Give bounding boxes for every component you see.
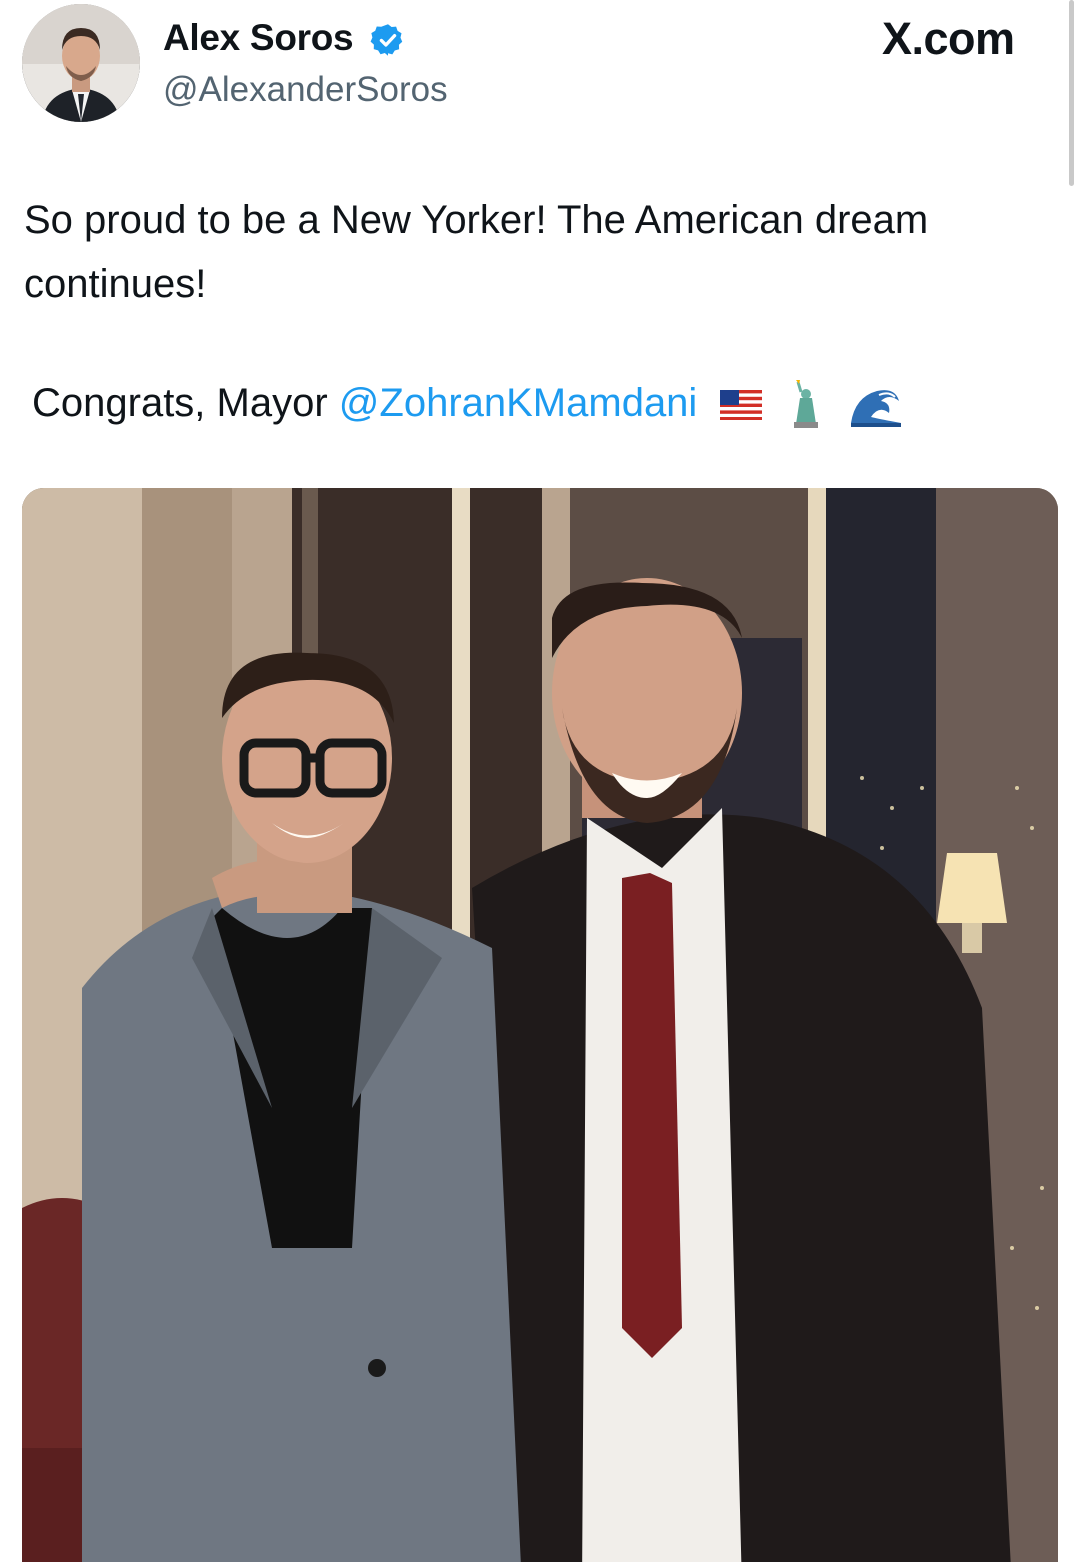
mention-link[interactable]: @ZohranKMamdani [339, 381, 698, 425]
tweet-photo[interactable] [22, 488, 1058, 1562]
author-handle[interactable]: @AlexanderSoros [163, 70, 448, 110]
statue-of-liberty-icon [793, 380, 818, 429]
verified-badge-icon [370, 24, 403, 56]
scrollbar[interactable] [1069, 0, 1074, 186]
tweet-text-congrats: Congrats, Mayor @ZohranKMamdani [32, 371, 903, 435]
brand-label: X.com [882, 13, 1015, 64]
author-avatar[interactable] [22, 4, 140, 122]
tweet-text: So proud to be a New Yorker! The America… [24, 198, 929, 306]
tweet-screenshot: Alex Soros @AlexanderSoros X.com So prou… [0, 0, 1080, 1562]
congrats-prefix: Congrats, Mayor [32, 381, 339, 425]
wave-icon [850, 390, 901, 428]
author-name[interactable]: Alex Soros [163, 17, 354, 59]
us-flag-icon [720, 390, 763, 421]
photo-illustration [22, 488, 1058, 1562]
